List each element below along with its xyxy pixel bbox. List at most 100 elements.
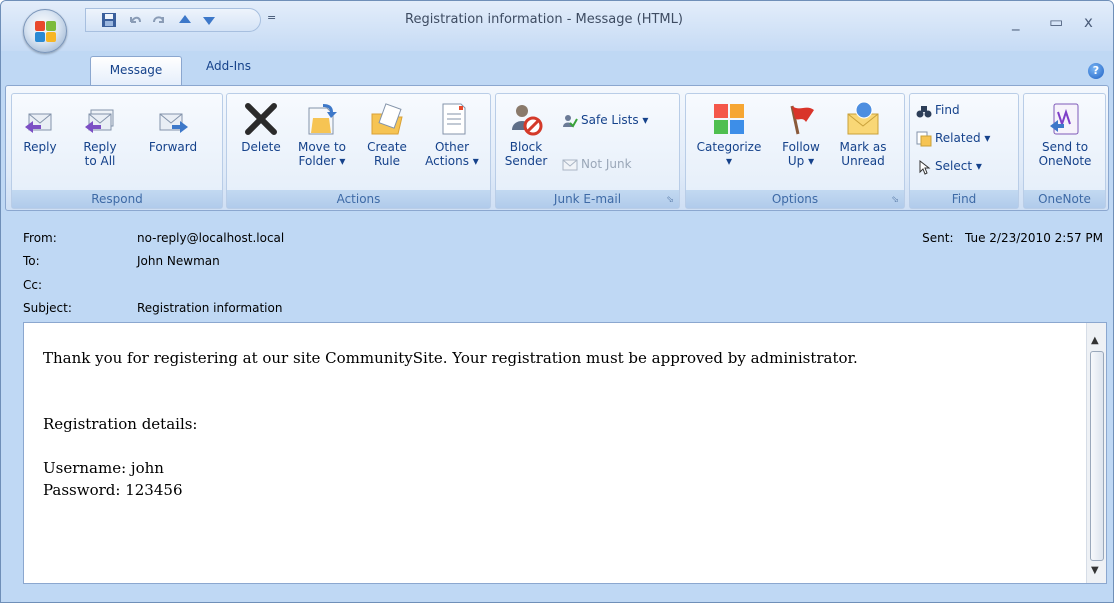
group-actions: Delete Move to Folder ▾ Create Rule Othe… — [226, 93, 491, 209]
block-sender-button[interactable]: Block Sender — [502, 100, 550, 168]
save-icon[interactable] — [100, 12, 118, 28]
block-sender-label-line1: Block — [509, 140, 543, 154]
mark-as-label-line1: Mark as — [839, 140, 887, 154]
sent-date: Sent: Tue 2/23/2010 2:57 PM — [922, 231, 1103, 245]
find-button[interactable]: Find — [916, 100, 960, 120]
minimize-icon[interactable]: _ — [1012, 13, 1020, 31]
binoculars-icon — [916, 103, 932, 119]
send-to-label-line2: OneNote — [1038, 154, 1092, 168]
send-to-onenote-button[interactable]: Send to OneNote — [1028, 100, 1102, 168]
vertical-scrollbar[interactable]: ▲ ▼ — [1086, 323, 1106, 583]
quick-access-toolbar — [85, 8, 261, 32]
junk-email-dialog-launcher-icon[interactable]: ⬂ — [665, 195, 675, 205]
cursor-arrow-icon — [916, 159, 932, 175]
mark-unread-icon — [847, 101, 879, 135]
move-to-folder-button[interactable]: Move to Folder ▾ — [291, 100, 353, 168]
title-bar: = Registration information - Message (HT… — [1, 1, 1113, 53]
select-label: Select ▾ — [935, 159, 982, 173]
follow-up-button[interactable]: Follow Up ▾ — [776, 100, 826, 168]
window-title: Registration information - Message (HTML… — [405, 12, 683, 27]
reply-all-button[interactable]: Reply to All — [68, 100, 132, 168]
move-to-label-line1: Move to — [297, 140, 347, 154]
reply-label: Reply — [23, 140, 57, 154]
forward-button[interactable]: Forward — [138, 100, 208, 154]
customize-qat-button[interactable]: = — [267, 11, 276, 24]
group-options: Categorize ▾ Follow Up ▾ Mark as Unread … — [685, 93, 905, 209]
body-line-2: Registration details: — [43, 415, 198, 433]
options-dialog-launcher-icon[interactable]: ⬂ — [890, 195, 900, 205]
next-item-icon[interactable] — [200, 12, 218, 28]
from-label: From: — [23, 231, 57, 245]
subject-value: Registration information — [137, 301, 283, 315]
tab-add-ins[interactable]: Add-Ins — [206, 59, 251, 73]
other-actions-label-line2: Actions ▾ — [425, 154, 479, 168]
move-to-label-line2: Folder ▾ — [298, 154, 346, 168]
cc-label: Cc: — [23, 278, 43, 292]
select-button[interactable]: Select ▾ — [916, 156, 982, 176]
scroll-down-icon[interactable]: ▼ — [1091, 565, 1099, 576]
message-header: From: no-reply@localhost.local Sent: Tue… — [23, 227, 1113, 323]
office-button[interactable] — [23, 9, 67, 53]
find-label: Find — [935, 103, 960, 117]
follow-up-label-line2: Up ▾ — [787, 154, 815, 168]
not-junk-icon — [562, 157, 578, 173]
mark-as-label-line2: Unread — [841, 154, 885, 168]
follow-up-label-line1: Follow — [782, 140, 820, 154]
sent-value: Tue 2/23/2010 2:57 PM — [964, 231, 1103, 245]
message-body[interactable]: Thank you for registering at our site Co… — [23, 322, 1107, 584]
categorize-icon — [714, 104, 744, 134]
reply-all-label-line1: Reply — [83, 140, 117, 154]
maximize-icon[interactable]: ▭ — [1049, 13, 1063, 31]
other-actions-button[interactable]: Other Actions ▾ — [419, 100, 485, 168]
help-icon[interactable]: ? — [1088, 63, 1104, 79]
not-junk-button[interactable]: Not Junk — [562, 154, 632, 174]
forward-icon — [159, 113, 188, 133]
to-recipient[interactable]: John Newman — [137, 254, 220, 268]
delete-x-icon — [245, 103, 277, 135]
body-line-3: Username: john — [43, 459, 164, 477]
reply-all-label-line2: to All — [84, 154, 116, 168]
office-logo-icon — [35, 21, 57, 43]
onenote-icon — [1050, 103, 1079, 135]
message-text: Thank you for registering at our site Co… — [43, 347, 858, 501]
group-junk-email: Block Sender Safe Lists ▾ Not Junk Junk … — [495, 93, 680, 209]
scroll-thumb[interactable] — [1090, 351, 1104, 561]
categorize-dropdown: ▾ — [725, 154, 733, 168]
safe-lists-label: Safe Lists ▾ — [581, 113, 649, 127]
related-label: Related ▾ — [935, 131, 991, 145]
move-to-folder-icon — [308, 104, 337, 135]
close-icon[interactable]: x — [1084, 13, 1093, 31]
scroll-up-icon[interactable]: ▲ — [1091, 335, 1099, 346]
body-line-4: Password: 123456 — [43, 481, 183, 499]
reply-icon — [25, 113, 52, 133]
block-sender-label-line2: Sender — [504, 154, 548, 168]
related-icon — [916, 131, 932, 147]
previous-item-icon[interactable] — [176, 12, 194, 28]
related-button[interactable]: Related ▾ — [916, 128, 990, 148]
undo-icon[interactable] — [126, 12, 144, 28]
from-address[interactable]: no-reply@localhost.local — [137, 231, 284, 245]
other-actions-label-line1: Other — [434, 140, 470, 154]
tab-message[interactable]: Message — [90, 56, 182, 86]
create-rule-button[interactable]: Create Rule — [359, 100, 415, 168]
categorize-button[interactable]: Categorize ▾ — [690, 100, 768, 168]
to-label: To: — [23, 254, 40, 268]
create-rule-label-line2: Rule — [373, 154, 401, 168]
block-sender-icon — [512, 105, 543, 136]
delete-button[interactable]: Delete — [235, 100, 287, 154]
options-group-label: Options — [686, 190, 904, 208]
mark-as-unread-button[interactable]: Mark as Unread — [832, 100, 894, 168]
junk-email-group-label: Junk E-mail — [496, 190, 679, 208]
respond-group-label: Respond — [12, 190, 222, 208]
actions-group-label: Actions — [227, 190, 490, 208]
safe-lists-button[interactable]: Safe Lists ▾ — [562, 110, 648, 130]
not-junk-label: Not Junk — [581, 157, 632, 171]
group-respond: Reply Reply to All Forward Respond — [11, 93, 223, 209]
redo-icon[interactable] — [150, 12, 168, 28]
subject-label: Subject: — [23, 301, 72, 315]
reply-button[interactable]: Reply — [16, 100, 64, 154]
body-line-1: Thank you for registering at our site Co… — [43, 349, 858, 367]
create-rule-icon — [371, 103, 403, 135]
sent-label: Sent: — [922, 231, 954, 245]
safe-lists-icon — [562, 113, 578, 129]
